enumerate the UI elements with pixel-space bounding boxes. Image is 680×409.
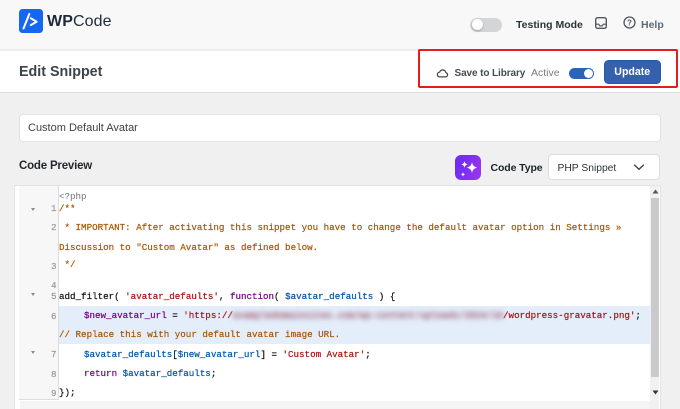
svg-text:?: ? [627, 18, 632, 27]
